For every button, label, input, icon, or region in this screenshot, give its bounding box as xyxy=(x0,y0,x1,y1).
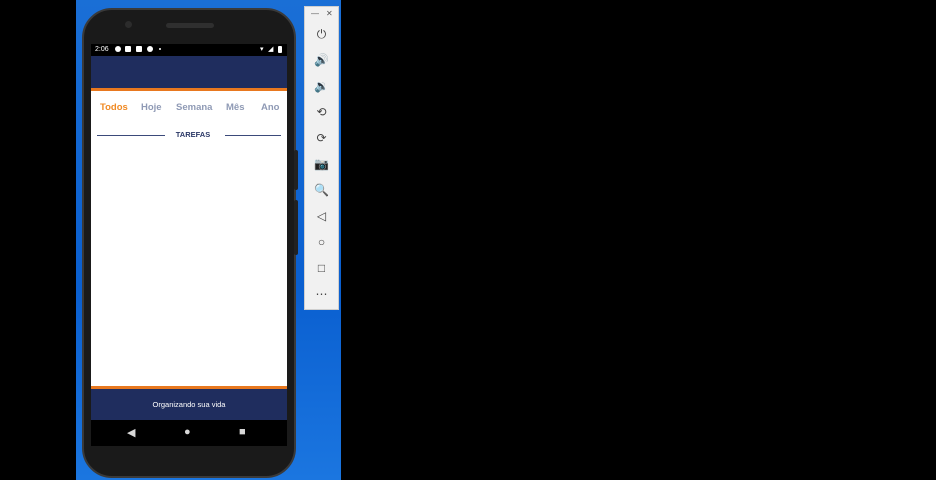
wifi-icon: ▾ xyxy=(260,46,264,53)
app-footer: Organizando sua vida xyxy=(91,389,287,420)
home-nav-icon[interactable]: ● xyxy=(184,426,191,438)
footer-text: Organizando sua vida xyxy=(152,400,226,409)
app-header xyxy=(91,56,287,88)
emulator-toolbar: — ✕ ⏻ 🔊 🔉 ⟲ ⟳ 📷 🔍 ◁ ○ □ ⋯ xyxy=(304,6,339,310)
header-accent-line xyxy=(91,88,287,91)
phone-power-button xyxy=(294,150,298,190)
divider-line-right xyxy=(225,135,281,136)
overview-icon[interactable]: □ xyxy=(305,261,338,275)
home-icon[interactable]: ○ xyxy=(305,235,338,249)
rotate-left-icon[interactable]: ⟲ xyxy=(305,105,338,119)
phone-volume-button xyxy=(294,200,298,255)
tab-mes[interactable]: Mês xyxy=(226,102,244,113)
task-list xyxy=(91,144,287,386)
earpiece-speaker xyxy=(166,23,214,28)
recents-nav-icon[interactable]: ■ xyxy=(239,426,246,438)
power-icon[interactable]: ⏻ xyxy=(305,27,338,42)
back-nav-icon[interactable]: ◀ xyxy=(127,426,135,439)
volume-down-icon[interactable]: 🔉 xyxy=(305,79,338,93)
mail-icon xyxy=(125,46,131,52)
signal-icon: ◢ xyxy=(268,46,274,53)
system-nav-bar: ◀ ● ■ xyxy=(91,420,287,446)
battery-icon xyxy=(278,46,282,53)
section-title: TAREFAS xyxy=(175,130,211,139)
status-bar: 2:06 ▾ ◢ xyxy=(91,44,287,56)
notification-icon xyxy=(147,46,153,52)
rotate-right-icon[interactable]: ⟳ xyxy=(305,131,338,145)
status-time: 2:06 xyxy=(95,46,109,53)
camera-icon[interactable]: 📷 xyxy=(305,157,338,171)
minimize-icon[interactable]: — xyxy=(311,9,319,18)
more-icon[interactable]: ⋯ xyxy=(305,287,338,301)
notification-icon xyxy=(115,46,121,52)
divider-line-left xyxy=(97,135,165,136)
front-camera xyxy=(125,21,132,28)
back-icon[interactable]: ◁ xyxy=(305,209,338,223)
zoom-icon[interactable]: 🔍 xyxy=(305,183,338,197)
close-icon[interactable]: ✕ xyxy=(326,9,333,18)
tab-todos[interactable]: Todos xyxy=(100,102,128,113)
filter-tabs: Todos Hoje Semana Mês Ano xyxy=(91,100,287,118)
more-notifications-icon xyxy=(159,48,161,50)
volume-up-icon[interactable]: 🔊 xyxy=(305,53,338,67)
tab-semana[interactable]: Semana xyxy=(176,102,212,113)
app-screen: 2:06 ▾ ◢ Todos Hoje Semana Mês Ano TAREF… xyxy=(91,44,287,446)
tab-ano[interactable]: Ano xyxy=(261,102,279,113)
notification-icon xyxy=(136,46,142,52)
section-divider: TAREFAS xyxy=(97,130,281,140)
tab-hoje[interactable]: Hoje xyxy=(141,102,162,113)
